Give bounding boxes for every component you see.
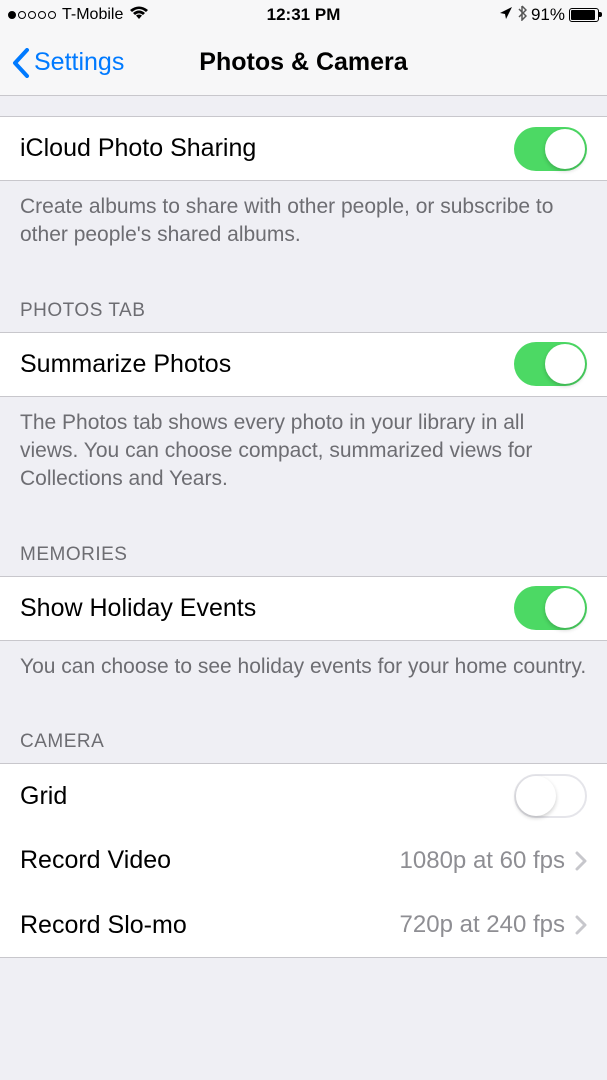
location-icon bbox=[499, 5, 513, 25]
grid-toggle[interactable] bbox=[514, 774, 587, 818]
photos-tab-header: PHOTOS TAB bbox=[0, 278, 607, 332]
nav-bar: Settings Photos & Camera bbox=[0, 30, 607, 96]
show-holiday-events-label: Show Holiday Events bbox=[20, 594, 256, 623]
holiday-events-footer: You can choose to see holiday events for… bbox=[0, 641, 607, 709]
summarize-photos-row[interactable]: Summarize Photos bbox=[0, 332, 607, 397]
show-holiday-events-row[interactable]: Show Holiday Events bbox=[0, 576, 607, 641]
icloud-sharing-footer: Create albums to share with other people… bbox=[0, 181, 607, 278]
battery-icon bbox=[569, 8, 599, 22]
record-video-row[interactable]: Record Video 1080p at 60 fps bbox=[0, 828, 607, 893]
chevron-right-icon bbox=[575, 851, 587, 871]
record-slomo-row[interactable]: Record Slo-mo 720p at 240 fps bbox=[0, 893, 607, 958]
signal-strength-icon bbox=[8, 11, 56, 19]
show-holiday-events-toggle[interactable] bbox=[514, 586, 587, 630]
summarize-photos-toggle[interactable] bbox=[514, 342, 587, 386]
grid-label: Grid bbox=[20, 782, 67, 811]
toggle-knob bbox=[516, 776, 556, 816]
page-title: Photos & Camera bbox=[199, 48, 407, 77]
camera-header: CAMERA bbox=[0, 709, 607, 763]
status-time: 12:31 PM bbox=[267, 5, 341, 25]
record-slomo-label: Record Slo-mo bbox=[20, 911, 187, 940]
record-video-label: Record Video bbox=[20, 846, 171, 875]
toggle-knob bbox=[545, 129, 585, 169]
chevron-right-icon bbox=[575, 915, 587, 935]
content-area: iCloud Photo Sharing Create albums to sh… bbox=[0, 96, 607, 958]
wifi-icon bbox=[129, 6, 149, 25]
toggle-knob bbox=[545, 344, 585, 384]
memories-header: MEMORIES bbox=[0, 522, 607, 576]
icloud-photo-sharing-toggle[interactable] bbox=[514, 127, 587, 171]
icloud-photo-sharing-label: iCloud Photo Sharing bbox=[20, 134, 256, 163]
grid-row[interactable]: Grid bbox=[0, 763, 607, 828]
toggle-knob bbox=[545, 588, 585, 628]
back-button[interactable]: Settings bbox=[12, 48, 124, 78]
icloud-photo-sharing-row[interactable]: iCloud Photo Sharing bbox=[0, 116, 607, 181]
battery-percent: 91% bbox=[531, 5, 565, 25]
status-left: T-Mobile bbox=[8, 6, 149, 25]
record-video-value: 1080p at 60 fps bbox=[400, 847, 587, 875]
summarize-photos-footer: The Photos tab shows every photo in your… bbox=[0, 397, 607, 522]
chevron-left-icon bbox=[12, 48, 30, 78]
status-bar: T-Mobile 12:31 PM 91% bbox=[0, 0, 607, 30]
status-right: 91% bbox=[499, 5, 599, 26]
record-slomo-value: 720p at 240 fps bbox=[400, 911, 587, 939]
summarize-photos-label: Summarize Photos bbox=[20, 350, 231, 379]
carrier-label: T-Mobile bbox=[62, 6, 123, 24]
bluetooth-icon bbox=[517, 5, 527, 26]
back-label: Settings bbox=[34, 48, 124, 77]
